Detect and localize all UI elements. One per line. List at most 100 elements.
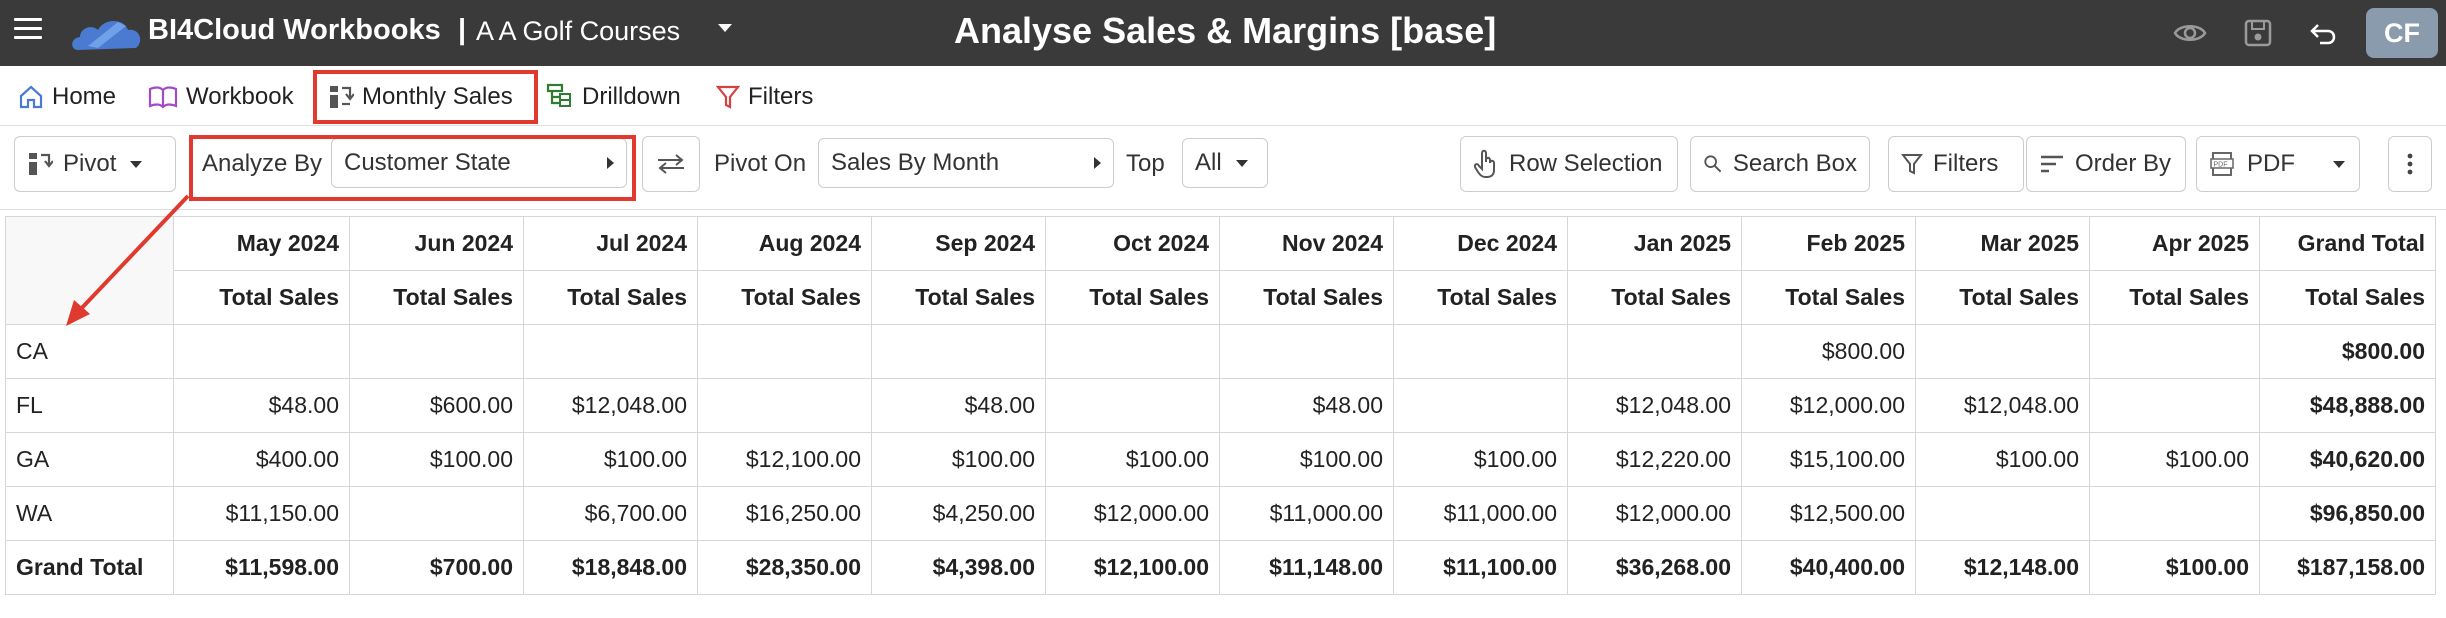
- pivot-on-value: Sales By Month: [831, 149, 1000, 176]
- pivot-button-label: Pivot: [63, 150, 117, 177]
- corner-cell: [5, 216, 174, 325]
- save-icon[interactable]: [2240, 15, 2276, 51]
- column-header-month[interactable]: Dec 2024: [1393, 216, 1568, 271]
- column-header-month[interactable]: Jan 2025: [1567, 216, 1742, 271]
- table-cell: $96,850.00: [2259, 486, 2436, 541]
- table-cell: [697, 324, 872, 379]
- column-header-month[interactable]: Nov 2024: [1219, 216, 1394, 271]
- table-cell: $48.00: [1219, 378, 1394, 433]
- nav-home[interactable]: Home: [18, 80, 116, 114]
- row-label: FL: [5, 378, 174, 433]
- nav-drilldown[interactable]: Drilldown: [546, 80, 681, 114]
- company-dropdown-icon[interactable]: [718, 24, 732, 32]
- column-header-month[interactable]: May 2024: [173, 216, 350, 271]
- table-cell: [2089, 324, 2260, 379]
- table-cell: $12,000.00: [1567, 486, 1742, 541]
- nav-workbook[interactable]: Workbook: [148, 80, 294, 114]
- column-header-month[interactable]: Sep 2024: [871, 216, 1046, 271]
- cloud-logo-icon: [72, 21, 141, 50]
- swap-button[interactable]: [642, 136, 700, 192]
- table-cell: $12,048.00: [523, 378, 698, 433]
- table-cell: $700.00: [349, 540, 524, 595]
- table-cell: $4,250.00: [871, 486, 1046, 541]
- company-name[interactable]: A A Golf Courses: [476, 16, 680, 47]
- table-cell: $12,100.00: [697, 432, 872, 487]
- pivot-on-select[interactable]: Sales By Month: [818, 138, 1114, 188]
- pivot-icon: [29, 153, 53, 175]
- search-box-button[interactable]: Search Box: [1690, 136, 1870, 192]
- column-header-month[interactable]: Jun 2024: [349, 216, 524, 271]
- more-options-button[interactable]: [2388, 136, 2432, 192]
- user-avatar[interactable]: CF: [2366, 8, 2438, 58]
- table-cell: [2089, 378, 2260, 433]
- order-by-button[interactable]: Order By: [2026, 136, 2186, 192]
- column-header-month[interactable]: Mar 2025: [1915, 216, 2090, 271]
- monthly-sales-highlight: [313, 70, 538, 124]
- row-label: GA: [5, 432, 174, 487]
- undo-icon[interactable]: [2306, 15, 2342, 51]
- column-header-measure: Total Sales: [349, 270, 524, 325]
- search-icon: [1704, 155, 1722, 173]
- table-cell: $800.00: [2259, 324, 2436, 379]
- table-cell: $12,048.00: [1915, 378, 2090, 433]
- filters-button[interactable]: Filters: [1888, 136, 2024, 192]
- nav-filters[interactable]: Filters: [716, 80, 813, 114]
- column-header-measure: Total Sales: [2089, 270, 2260, 325]
- pivot-table: May 2024 Jun 2024 Jul 2024 Aug 2024 Sep 2024…: [5, 216, 2436, 595]
- column-header-measure: Total Sales: [1393, 270, 1568, 325]
- table-row[interactable]: GA $400.00 $100.00 $100.00 $12,100.00 $100.00…: [5, 432, 2436, 487]
- eye-icon[interactable]: [2172, 15, 2208, 51]
- search-box-label: Search Box: [1732, 150, 1857, 177]
- table-row[interactable]: FL $48.00 $600.00 $12,048.00 $48.00 $48.00 $12…: [5, 378, 2436, 433]
- column-header-month[interactable]: Grand Total: [2259, 216, 2436, 271]
- chevron-down-icon: [130, 160, 143, 168]
- page-title: Analyse Sales & Margins [base]: [954, 10, 1497, 51]
- row-selection-label: Row Selection: [1509, 150, 1663, 177]
- pdf-button[interactable]: PDF PDF: [2196, 136, 2360, 192]
- hamburger-menu-icon[interactable]: [14, 18, 42, 44]
- table-row[interactable]: CA $800.00 $800.00: [5, 324, 2436, 379]
- table-cell: $48,888.00: [2259, 378, 2436, 433]
- pdf-label: PDF: [2247, 150, 2295, 177]
- drilldown-icon: [546, 83, 571, 107]
- table-cell: [697, 378, 872, 433]
- table-cell: [1045, 324, 1220, 379]
- column-header-month[interactable]: Aug 2024: [697, 216, 872, 271]
- table-cell: $800.00: [1741, 324, 1916, 379]
- month-header-row: May 2024 Jun 2024 Jul 2024 Aug 2024 Sep 2024…: [5, 216, 2436, 325]
- row-label: CA: [5, 324, 174, 379]
- column-header-month[interactable]: Feb 2025: [1741, 216, 1916, 271]
- table-cell: $11,000.00: [1219, 486, 1394, 541]
- table-cell: $600.00: [349, 378, 524, 433]
- column-header-month[interactable]: Apr 2025: [2089, 216, 2260, 271]
- column-header-measure: Total Sales: [2259, 270, 2436, 325]
- table-cell: [349, 486, 524, 541]
- row-selection-button[interactable]: Row Selection: [1460, 136, 1678, 192]
- table-cell: $12,148.00: [1915, 540, 2090, 595]
- sort-lines-icon: [2041, 155, 2063, 173]
- table-cell: [1393, 378, 1568, 433]
- table-cell: $40,620.00: [2259, 432, 2436, 487]
- table-row[interactable]: WA $11,150.00 $6,700.00 $16,250.00 $4,250.00…: [5, 486, 2436, 541]
- table-cell: $12,000.00: [1045, 486, 1220, 541]
- nav-workbook-label: Workbook: [186, 83, 294, 110]
- table-cell: $16,250.00: [697, 486, 872, 541]
- table-cell: $11,148.00: [1219, 540, 1394, 595]
- nav-filters-label: Filters: [748, 83, 814, 110]
- grand-total-row[interactable]: Grand Total $11,598.00 $700.00 $18,848.00 $2…: [5, 540, 2436, 595]
- table-cell: [1915, 324, 2090, 379]
- top-value: All: [1195, 149, 1222, 176]
- column-header-measure: Total Sales: [697, 270, 872, 325]
- top-select[interactable]: All: [1182, 138, 1268, 188]
- title-separator: |: [458, 14, 467, 46]
- column-header-month[interactable]: Jul 2024: [523, 216, 698, 271]
- table-cell: $48.00: [173, 378, 350, 433]
- pivot-button[interactable]: Pivot: [14, 136, 176, 192]
- nav-home-label: Home: [52, 83, 117, 110]
- column-header-month[interactable]: Oct 2024: [1045, 216, 1220, 271]
- table-cell: $11,150.00: [173, 486, 350, 541]
- table-cell: [349, 324, 524, 379]
- table-cell: [1915, 486, 2090, 541]
- pivot-on-label: Pivot On: [714, 150, 807, 177]
- chevron-down-icon[interactable]: [2333, 160, 2345, 168]
